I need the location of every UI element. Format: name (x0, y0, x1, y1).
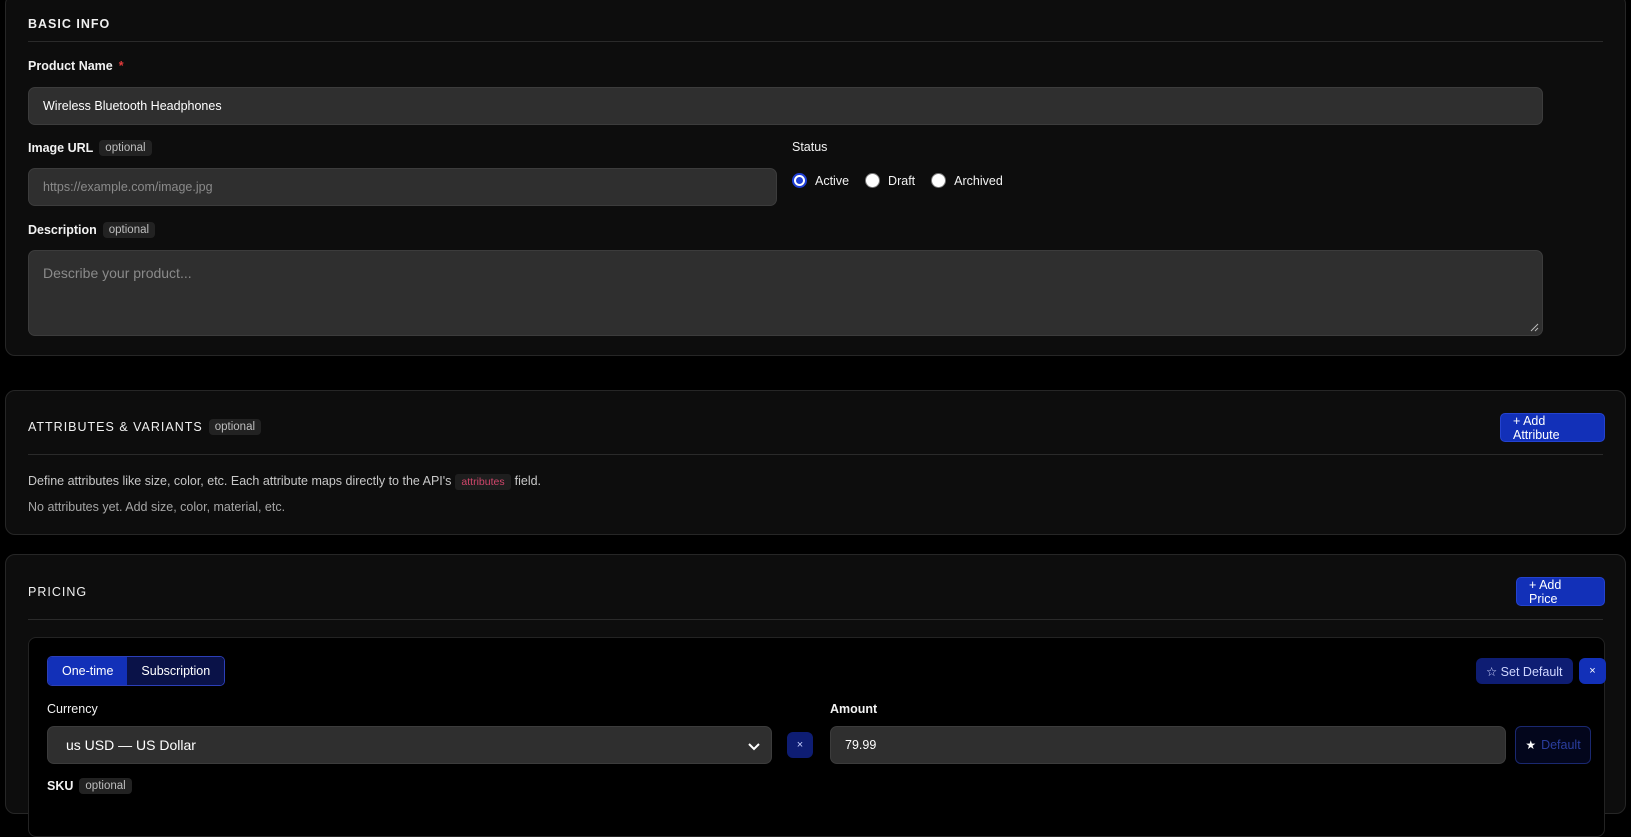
description-placeholder: Describe your product... (43, 265, 192, 281)
attributes-header: ATTRIBUTES & VARIANTS optional (28, 419, 262, 435)
optional-tag: optional (208, 419, 262, 435)
help-text-before: Define attributes like size, color, etc.… (28, 474, 452, 488)
add-attribute-button[interactable]: + Add Attribute (1500, 413, 1605, 442)
attributes-empty-text: No attributes yet. Add size, color, mate… (28, 500, 286, 514)
status-option-label: Archived (954, 173, 1003, 188)
image-url-label: Image URL optional (28, 140, 152, 156)
default-button[interactable]: ★ Default (1515, 726, 1591, 764)
attributes-card: ATTRIBUTES & VARIANTS optional + Add Att… (5, 390, 1626, 535)
pricing-card: PRICING + Add Price One-time Subscriptio… (5, 554, 1626, 837)
status-option-draft[interactable]: Draft (865, 173, 915, 188)
product-name-label-text: Product Name (28, 59, 113, 73)
radio-archived[interactable] (931, 173, 947, 188)
amount-input[interactable]: 79.99 (830, 726, 1506, 764)
tab-one-time[interactable]: One-time (48, 657, 128, 685)
optional-tag: optional (79, 778, 132, 794)
amount-label-text: Amount (830, 702, 878, 716)
attributes-help-text: Define attributes like size, color, etc.… (28, 474, 541, 490)
radio-draft[interactable] (865, 173, 881, 188)
status-radio-group: Active Draft Archived (792, 173, 1019, 188)
clear-currency-button[interactable]: × (787, 732, 813, 758)
status-option-archived[interactable]: Archived (931, 173, 1003, 188)
pricing-title: PRICING (28, 585, 88, 599)
radio-active[interactable] (792, 173, 807, 188)
image-url-input[interactable]: https://example.com/image.jpg (28, 168, 777, 206)
currency-select[interactable]: us USD — US Dollar (47, 726, 772, 764)
description-textarea[interactable]: Describe your product... (28, 250, 1543, 336)
product-name-value: Wireless Bluetooth Headphones (43, 99, 222, 113)
attributes-code-chip: attributes (455, 474, 511, 490)
required-mark: * (118, 59, 124, 73)
status-label: Status (792, 140, 827, 154)
currency-value: us USD — US Dollar (66, 737, 196, 753)
product-name-label: Product Name * (28, 59, 124, 73)
status-option-active[interactable]: Active (792, 173, 849, 188)
product-name-input[interactable]: Wireless Bluetooth Headphones (28, 87, 1543, 125)
description-label-text: Description (28, 223, 97, 237)
tab-subscription[interactable]: Subscription (127, 657, 225, 685)
add-price-button[interactable]: + Add Price (1516, 577, 1605, 606)
set-default-button[interactable]: ☆ Set Default (1476, 658, 1573, 684)
currency-label-text: Currency (47, 702, 98, 716)
help-text-after: field. (514, 474, 542, 488)
status-option-label: Draft (888, 173, 916, 188)
basic-info-card: BASIC INFO Product Name * Wireless Bluet… (5, 0, 1626, 356)
currency-label: Currency (47, 702, 98, 716)
optional-tag: optional (102, 222, 156, 238)
star-icon: ★ (1525, 738, 1537, 752)
amount-value: 79.99 (845, 738, 877, 752)
resize-handle-icon[interactable] (1529, 322, 1539, 332)
status-option-label: Active (815, 173, 850, 188)
image-url-label-text: Image URL (28, 141, 94, 155)
amount-label: Amount (830, 702, 877, 716)
default-button-label: Default (1541, 738, 1581, 752)
basic-info-title: BASIC INFO (28, 17, 111, 31)
status-label-text: Status (792, 140, 828, 154)
pricing-divider (28, 619, 1603, 620)
image-url-placeholder: https://example.com/image.jpg (43, 180, 213, 194)
optional-tag: optional (99, 140, 152, 156)
attributes-title: ATTRIBUTES & VARIANTS (28, 420, 203, 434)
sku-label: SKU optional (47, 778, 132, 794)
remove-price-button[interactable]: × (1579, 658, 1606, 684)
chevron-down-icon (748, 743, 760, 751)
price-entry-card: One-time Subscription ☆ Set Default × Cu… (28, 637, 1606, 837)
description-label: Description optional (28, 222, 156, 238)
price-type-toggle: One-time Subscription (47, 656, 226, 686)
attributes-divider (28, 454, 1603, 455)
basic-info-divider (28, 41, 1603, 42)
